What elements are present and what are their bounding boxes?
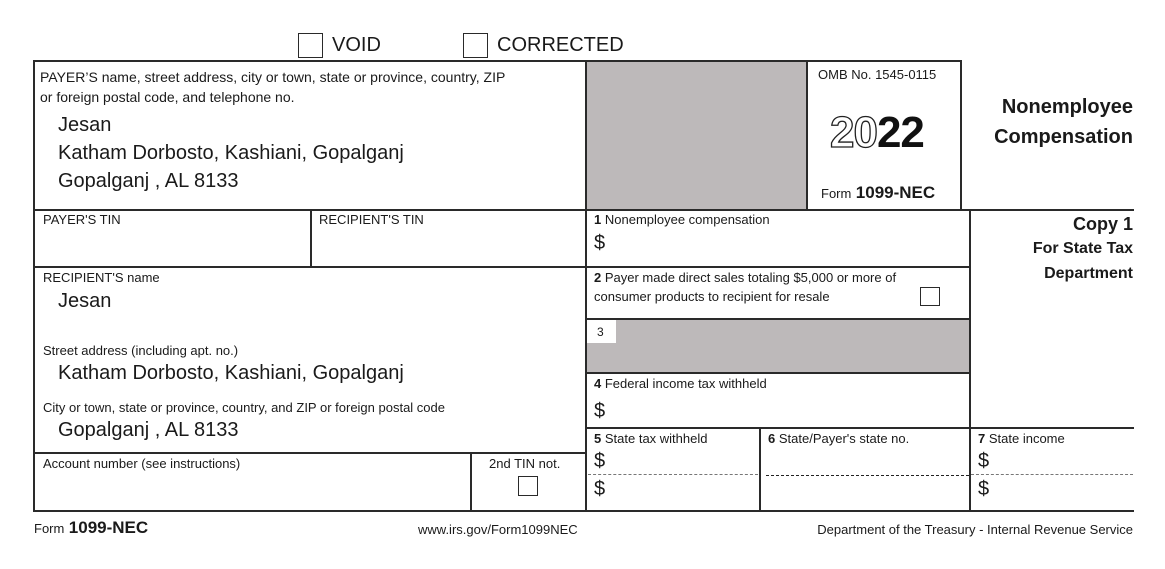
recipient-city[interactable]: Gopalganj , AL 8133 xyxy=(58,419,239,442)
box4-number: 4 xyxy=(594,376,602,391)
box5-label: 5 State tax withheld xyxy=(594,431,707,446)
form-title-line2: Compensation xyxy=(994,126,1133,148)
copy-info: Copy 1 For State Tax Department xyxy=(1033,212,1133,286)
copy-desc-line1: For State Tax xyxy=(1032,240,1133,257)
box7-amount-field-1[interactable] xyxy=(996,450,1131,472)
corrected-label: CORRECTED xyxy=(497,34,624,56)
tax-year-solid: 22 xyxy=(876,108,925,157)
box2-number: 2 xyxy=(594,270,602,285)
tax-year-outline: 20 xyxy=(829,107,878,157)
box5-currency-1: $ xyxy=(594,450,606,472)
payer-street[interactable]: Katham Dorbosto, Kashiani, Gopalganj xyxy=(58,142,404,165)
divider xyxy=(585,60,587,512)
box2-label-line1: 2 Payer made direct sales totaling $5,00… xyxy=(594,270,896,285)
form-border-top xyxy=(34,60,962,62)
box2-label-line2: consumer products to recipient for resal… xyxy=(594,289,830,304)
box7-amount-field-2[interactable] xyxy=(996,478,1131,500)
box6-field-1[interactable] xyxy=(768,450,963,472)
box1-text: Nonemployee compensation xyxy=(604,212,770,227)
second-tin-label: 2nd TIN not. xyxy=(489,456,561,471)
box5-text: State tax withheld xyxy=(604,431,708,446)
box7-currency-1: $ xyxy=(978,450,990,472)
box6-field-2[interactable] xyxy=(768,478,963,500)
divider xyxy=(470,452,472,511)
box4-currency: $ xyxy=(594,400,606,422)
box1-label: 1 Nonemployee compensation xyxy=(594,212,770,227)
box5-amount-field-1[interactable] xyxy=(612,450,752,472)
form-border-left xyxy=(33,60,35,512)
box1-amount-field[interactable] xyxy=(612,232,962,258)
void-label: VOID xyxy=(332,34,381,56)
divider xyxy=(34,452,586,454)
recipient-name-label: RECIPIENT'S name xyxy=(43,270,160,285)
payer-tin-label: PAYER'S TIN xyxy=(43,212,121,227)
recipient-street-label: Street address (including apt. no.) xyxy=(43,343,239,358)
box5-number: 5 xyxy=(594,431,602,446)
box7-label: 7 State income xyxy=(978,431,1065,446)
box4-text: Federal income tax withheld xyxy=(604,376,767,391)
payer-name[interactable]: Jesan xyxy=(58,114,111,137)
payer-label-line2: or foreign postal code, and telephone no… xyxy=(40,89,295,105)
payer-city[interactable]: Gopalganj , AL 8133 xyxy=(58,170,239,193)
form-title: Nonemployee Compensation xyxy=(994,92,1133,152)
footer-form-prefix: Form xyxy=(34,521,65,536)
footer-agency: Department of the Treasury - Internal Re… xyxy=(817,522,1133,537)
box7-text: State income xyxy=(988,431,1065,446)
box4-label: 4 Federal income tax withheld xyxy=(594,376,767,391)
divider xyxy=(969,209,971,511)
form-name: 1099-NEC xyxy=(855,183,936,202)
box5-amount-field-2[interactable] xyxy=(612,478,752,500)
box6-number: 6 xyxy=(768,431,776,446)
tax-year: 2022 xyxy=(829,107,925,169)
footer-form-name: 1099-NEC xyxy=(68,518,149,537)
divider xyxy=(759,427,761,511)
divider xyxy=(960,60,962,210)
recipient-tin-label: RECIPIENT'S TIN xyxy=(319,212,424,227)
form-prefix: Form xyxy=(821,186,852,201)
second-tin-checkbox[interactable] xyxy=(518,476,538,496)
corrected-checkbox[interactable] xyxy=(463,33,488,58)
payer-label-line1: PAYER’S name, street address, city or to… xyxy=(40,69,506,85)
divider xyxy=(586,318,970,320)
divider xyxy=(586,427,1134,429)
box7-number: 7 xyxy=(978,431,986,446)
box6-text: State/Payer's state no. xyxy=(778,431,910,446)
account-number-field[interactable] xyxy=(43,478,463,504)
omb-number: OMB No. 1545-0115 xyxy=(818,67,937,82)
copy-number: Copy 1 xyxy=(1072,214,1133,234)
box1-currency: $ xyxy=(594,232,606,254)
recipient-name[interactable]: Jesan xyxy=(58,290,111,313)
form-title-line1: Nonemployee xyxy=(1001,96,1133,118)
box5-currency-2: $ xyxy=(594,478,606,500)
box2-text-line1: Payer made direct sales totaling $5,000 … xyxy=(604,270,897,285)
divider-dashed xyxy=(588,474,758,475)
divider xyxy=(34,266,970,268)
box3-number: 3 xyxy=(597,325,604,339)
divider-dashed xyxy=(766,475,969,476)
box1-number: 1 xyxy=(594,212,602,227)
footer-form-id: Form 1099-NEC xyxy=(34,518,148,538)
box2-checkbox[interactable] xyxy=(920,287,940,306)
recipient-street[interactable]: Katham Dorbosto, Kashiani, Gopalganj xyxy=(58,362,404,385)
void-checkbox[interactable] xyxy=(298,33,323,58)
shaded-area-top xyxy=(587,62,806,209)
divider xyxy=(310,209,312,267)
box7-currency-2: $ xyxy=(978,478,990,500)
divider xyxy=(806,60,808,210)
box3-shaded xyxy=(587,320,970,373)
box4-amount-field[interactable] xyxy=(612,400,962,424)
recipient-city-label: City or town, state or province, country… xyxy=(43,400,445,415)
divider-dashed xyxy=(971,474,1133,475)
recipient-tin-field[interactable] xyxy=(319,234,579,260)
footer-url[interactable]: www.irs.gov/Form1099NEC xyxy=(418,522,578,537)
copy-desc-line2: Department xyxy=(1044,265,1133,282)
divider xyxy=(586,372,970,374)
box6-label: 6 State/Payer's state no. xyxy=(768,431,909,446)
account-number-label: Account number (see instructions) xyxy=(43,456,241,471)
form-id: Form 1099-NEC xyxy=(821,183,935,203)
payer-tin-field[interactable] xyxy=(43,234,303,260)
